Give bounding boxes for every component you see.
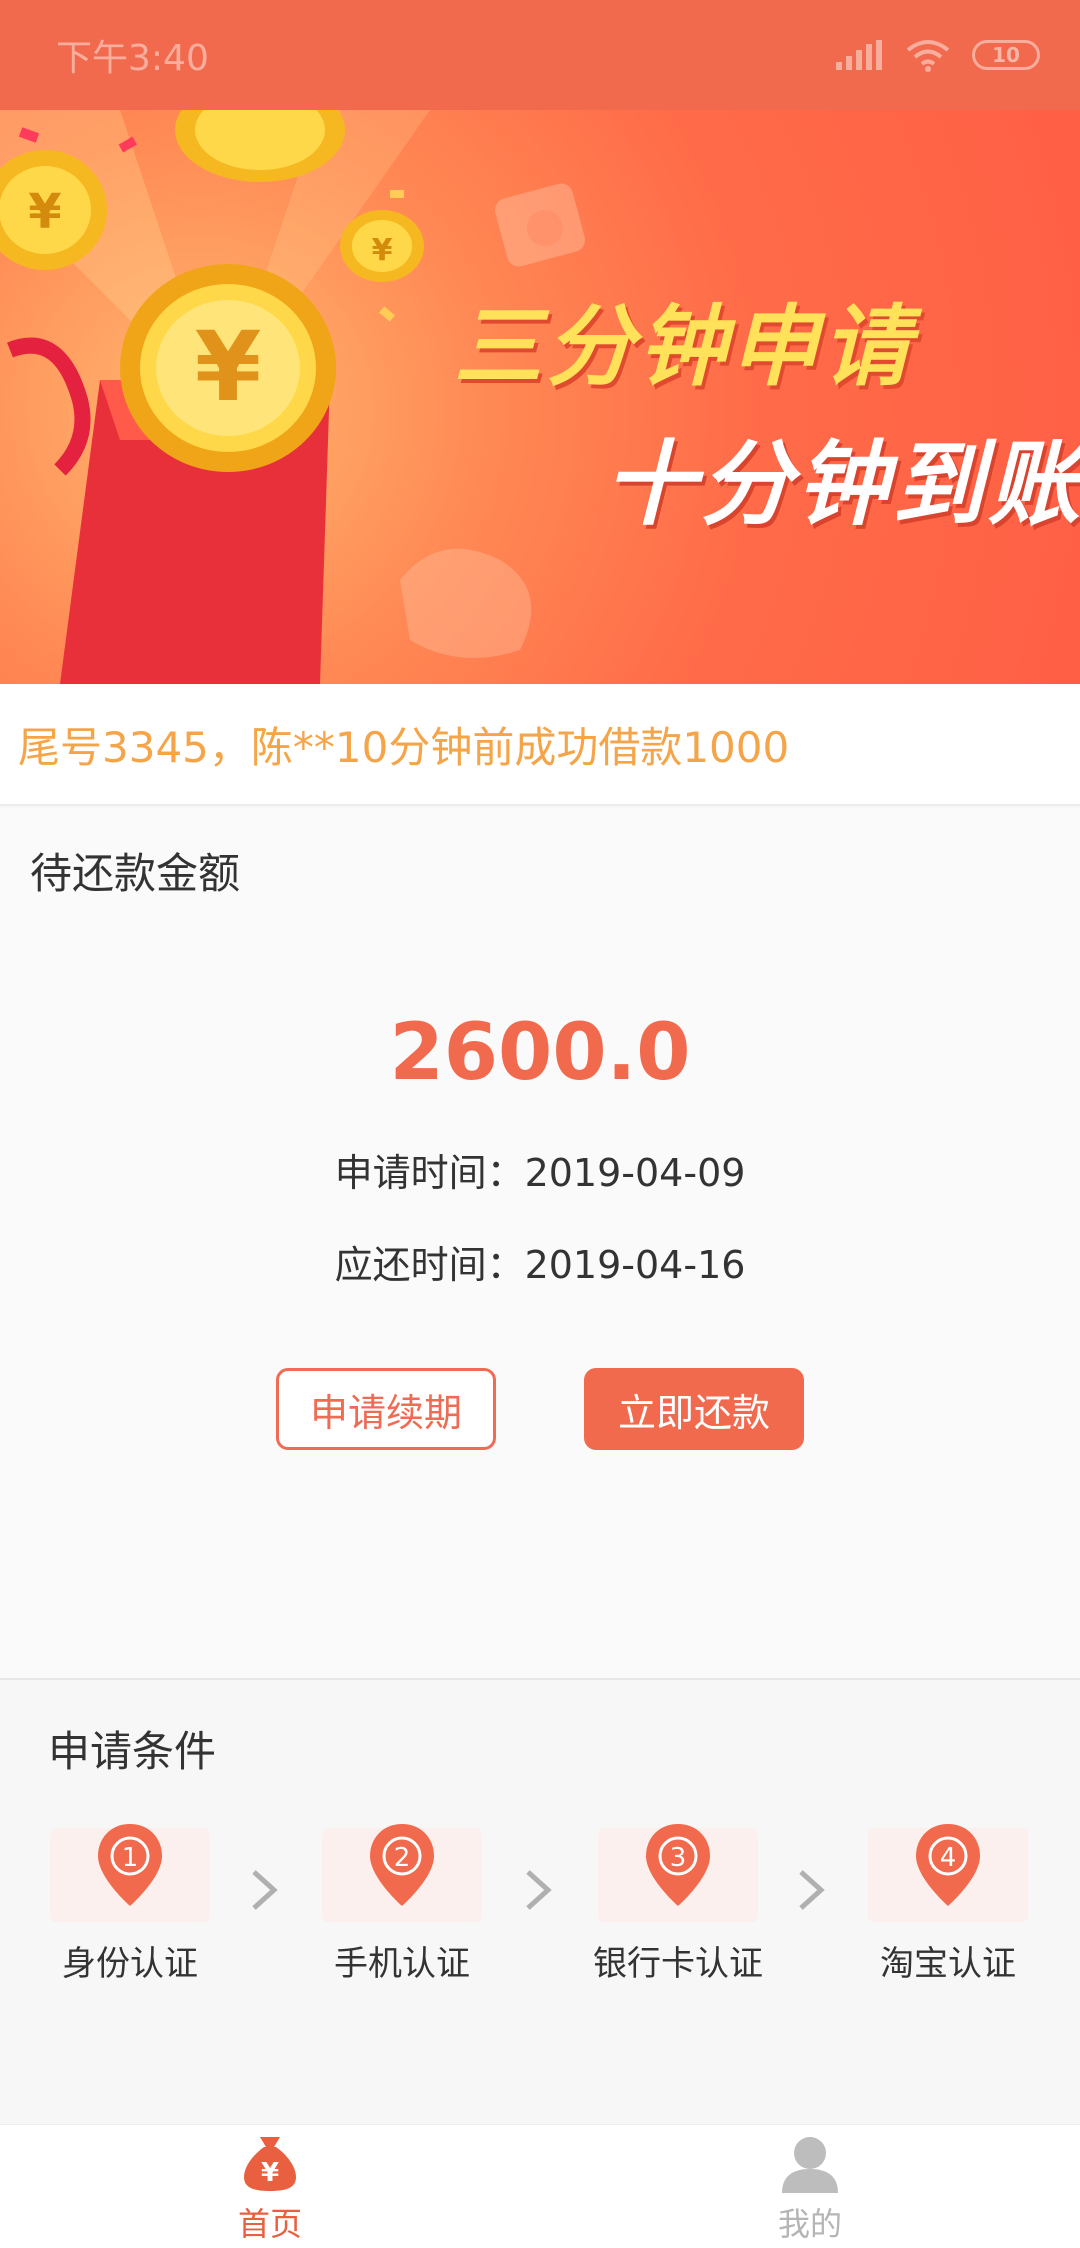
step-id-verification[interactable]: 1 身份认证 (30, 1824, 230, 1985)
svg-text:3: 3 (670, 1843, 687, 1873)
step-label: 淘宝认证 (880, 1944, 1016, 1984)
step-label: 身份认证 (62, 1944, 198, 1984)
banner-headline: 三分钟申请 (454, 295, 915, 398)
repayment-title: 待还款金额 (30, 849, 241, 898)
step-tile: 3 (598, 1824, 758, 1922)
user-icon (782, 2137, 838, 2193)
battery-icon: 10 (972, 40, 1040, 70)
application-conditions: 申请条件 1 身份认证 2 手机认证 3 银行卡认证 4 淘宝认证 (0, 1682, 1080, 2124)
step-tile: 1 (50, 1824, 210, 1922)
step-bank-card-verification[interactable]: 3 银行卡认证 (578, 1824, 778, 1985)
svg-text:1: 1 (122, 1843, 139, 1873)
chevron-right-icon (526, 1870, 552, 1910)
wifi-icon (906, 40, 950, 72)
svg-text:¥: ¥ (261, 2158, 279, 2188)
step-tile: 4 (868, 1824, 1028, 1922)
location-pin-icon: 4 (916, 1824, 980, 1906)
repayment-card: 待还款金额 2600.0 申请时间：2019-04-09 应还时间：2019-0… (0, 808, 1080, 1680)
conditions-title: 申请条件 (48, 1727, 217, 1776)
repay-now-button[interactable]: 立即还款 (584, 1368, 804, 1450)
ticker-text: 尾号3345，陈**10分钟前成功借款1000 (18, 722, 790, 772)
step-label: 手机认证 (334, 1944, 470, 1984)
nav-home[interactable]: ¥ 首页 (170, 2131, 370, 2245)
step-label: 银行卡认证 (593, 1944, 763, 1984)
svg-text:4: 4 (940, 1843, 957, 1873)
location-pin-icon: 2 (370, 1824, 434, 1906)
apply-time: 申请时间：2019-04-09 (334, 1151, 746, 1195)
step-phone-verification[interactable]: 2 手机认证 (302, 1824, 502, 1985)
svg-text:¥: ¥ (28, 184, 61, 240)
chevron-right-icon (252, 1870, 278, 1910)
svg-text:¥: ¥ (372, 233, 393, 268)
signal-icon (836, 40, 884, 70)
chevron-right-icon (799, 1870, 825, 1910)
nav-mine[interactable]: 我的 (710, 2131, 910, 2245)
promo-banner[interactable]: ¥ ¥ ¥ 三分钟申请 十分钟到账 (0, 110, 1080, 684)
status-bar: 下午3:40 10 (0, 0, 1080, 110)
step-taobao-verification[interactable]: 4 淘宝认证 (848, 1824, 1048, 1985)
banner-subheadline: 十分钟到账 (604, 431, 1080, 538)
nav-mine-label: 我的 (777, 2205, 842, 2243)
status-time: 下午3:40 (56, 38, 209, 79)
step-tile: 2 (322, 1824, 482, 1922)
bottom-nav: ¥ 首页 我的 (0, 2124, 1080, 2248)
status-icons: 10 (836, 38, 1040, 72)
extend-button[interactable]: 申请续期 (276, 1368, 496, 1450)
location-pin-icon: 1 (98, 1824, 162, 1906)
svg-text:¥: ¥ (195, 311, 262, 423)
loan-ticker: 尾号3345，陈**10分钟前成功借款1000 (0, 684, 1080, 806)
repayment-amount: 2600.0 (389, 1008, 691, 1098)
due-time: 应还时间：2019-04-16 (334, 1243, 746, 1287)
location-pin-icon: 3 (646, 1824, 710, 1906)
svg-text:2: 2 (394, 1843, 411, 1873)
money-bag-icon: ¥ (244, 2137, 296, 2191)
nav-home-label: 首页 (237, 2205, 302, 2243)
